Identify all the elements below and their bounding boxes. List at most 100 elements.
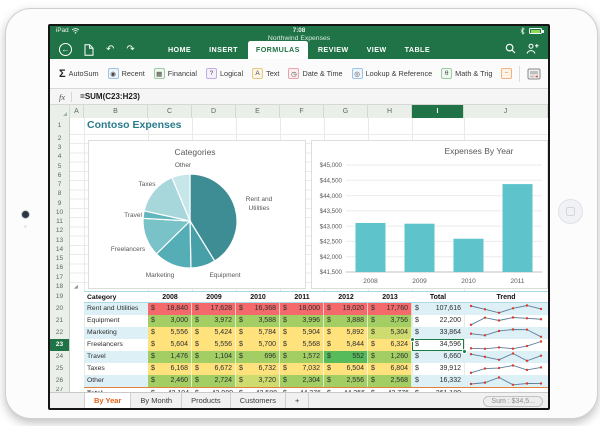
categories-pie-chart[interactable]: Categories Rent and Utilities Equipment Mark… (88, 140, 306, 289)
year-value-cell[interactable]: $2,556 (324, 375, 368, 387)
total-row-value[interactable]: $43,776 (368, 388, 412, 392)
year-value-cell[interactable]: $3,588 (236, 315, 280, 327)
expenses-by-year-bar-chart[interactable]: Expenses By Year $45,000 $44,500 $44,000 $43… (311, 140, 548, 289)
year-value-cell[interactable]: $5,568 (280, 339, 324, 351)
year-value-cell[interactable]: $6,324 (368, 339, 412, 351)
row-header-8[interactable]: 8 (50, 189, 69, 198)
row-header-5[interactable]: 5 (50, 162, 69, 171)
selected-cell-i23[interactable] (409, 336, 467, 354)
year-value-cell[interactable]: $1,260 (368, 351, 412, 363)
year-value-cell[interactable]: $6,168 (148, 363, 192, 375)
row-header-1[interactable]: 1 (50, 118, 69, 134)
bar-2011[interactable] (502, 184, 533, 272)
tab-home[interactable]: HOME (160, 41, 199, 59)
selection-handle-bottom-right[interactable] (461, 348, 467, 354)
sheet-tab-products[interactable]: Products (182, 393, 231, 408)
trend-cell[interactable] (464, 339, 548, 351)
trend-cell[interactable] (464, 375, 548, 387)
row-header-3[interactable]: 3 (50, 143, 69, 152)
year-value-cell[interactable]: $2,568 (368, 375, 412, 387)
year-value-cell[interactable]: $3,756 (368, 315, 412, 327)
year-value-cell[interactable]: $17,760 (368, 303, 412, 315)
row-header-21[interactable]: 21 (50, 315, 69, 327)
row-header-7[interactable]: 7 (50, 180, 69, 189)
selection-handle-top-left[interactable] (409, 336, 415, 342)
year-value-cell[interactable]: $3,996 (280, 315, 324, 327)
year-value-cell[interactable]: $3,000 (148, 315, 192, 327)
year-value-cell[interactable]: $18,000 (280, 303, 324, 315)
more-functions-button[interactable]: − (501, 68, 512, 79)
sheet-tab-customers[interactable]: Customers (231, 393, 286, 408)
tab-table[interactable]: TABLE (397, 41, 438, 59)
row-header-12[interactable]: 12 (50, 226, 69, 235)
sheet-tab-by-month[interactable]: By Month (131, 393, 183, 408)
select-all-corner[interactable] (50, 105, 70, 118)
row-header-20[interactable]: 20 (50, 303, 69, 315)
year-value-cell[interactable]: $6,672 (192, 363, 236, 375)
row-header-24[interactable]: 24 (50, 351, 69, 363)
year-value-cell[interactable]: $5,556 (148, 327, 192, 339)
row-header-25[interactable]: 25 (50, 363, 69, 375)
total-row-value[interactable]: $42,588 (236, 388, 280, 392)
category-cell[interactable]: Freelancers (84, 339, 148, 351)
year-value-cell[interactable]: $5,556 (192, 339, 236, 351)
function-math-trig-button[interactable]: θ Math & Trig (441, 68, 492, 79)
expenses-table[interactable]: Category 2008 2009 2010 2011 2012 2013 Total Tre… (84, 291, 548, 392)
total-row-value[interactable]: $43,104 (148, 388, 192, 392)
column-header-c[interactable]: C (148, 105, 192, 118)
sheet-tab-by-year[interactable]: By Year (84, 393, 132, 408)
tab-formulas[interactable]: FORMULAS (247, 41, 308, 59)
column-header-h[interactable]: H (368, 105, 412, 118)
year-value-cell[interactable]: $18,840 (148, 303, 192, 315)
column-header-e[interactable]: E (236, 105, 280, 118)
total-cell[interactable]: $22,200 (412, 315, 464, 327)
add-sheet-button[interactable]: + (286, 393, 310, 408)
function-recent-button[interactable]: ◉ Recent (107, 68, 145, 79)
trend-cell[interactable] (464, 315, 548, 327)
function-text-button[interactable]: A Text (252, 68, 279, 79)
total-cell[interactable]: $16,332 (412, 375, 464, 387)
row-header-6[interactable]: 6 (50, 171, 69, 180)
bar-2010[interactable] (453, 238, 484, 272)
row-header-9[interactable]: 9 (50, 199, 69, 208)
row-header-2[interactable]: 2 (50, 134, 69, 143)
year-value-cell[interactable]: $1,104 (192, 351, 236, 363)
home-button[interactable] (558, 199, 583, 224)
row-header-26[interactable]: 26 (50, 375, 69, 387)
year-value-cell[interactable]: $5,844 (324, 339, 368, 351)
row-header-23[interactable]: 23 (50, 338, 69, 351)
column-header-b[interactable]: B (84, 105, 148, 118)
column-header-f[interactable]: F (280, 105, 324, 118)
row-header-22[interactable]: 22 (50, 327, 69, 339)
year-value-cell[interactable]: $6,732 (236, 363, 280, 375)
year-value-cell[interactable]: $1,476 (148, 351, 192, 363)
year-value-cell[interactable]: $696 (236, 351, 280, 363)
year-value-cell[interactable]: $7,032 (280, 363, 324, 375)
year-value-cell[interactable]: $16,368 (236, 303, 280, 315)
year-value-cell[interactable]: $2,460 (148, 375, 192, 387)
category-cell[interactable]: Marketing (84, 327, 148, 339)
year-value-cell[interactable]: $2,724 (192, 375, 236, 387)
tab-review[interactable]: REVIEW (310, 41, 357, 59)
year-value-cell[interactable]: $3,720 (236, 375, 280, 387)
trend-cell[interactable] (464, 327, 548, 339)
year-value-cell[interactable]: $5,424 (192, 327, 236, 339)
total-row-value[interactable]: $44,376 (280, 388, 324, 392)
category-cell[interactable]: Equipment (84, 315, 148, 327)
title-cell-b1[interactable]: Contoso Expenses (87, 119, 182, 131)
year-value-cell[interactable]: $5,304 (368, 327, 412, 339)
trend-cell[interactable] (464, 363, 548, 375)
column-header-j[interactable]: J (464, 105, 548, 118)
sum-status-badge[interactable]: Sum : $34,5... (483, 395, 543, 407)
total-cell[interactable]: $6,660 (412, 351, 464, 363)
total-cell[interactable]: $39,912 (412, 363, 464, 375)
share-person-icon[interactable] (526, 43, 539, 54)
total-row-value[interactable]: $43,080 (192, 388, 236, 392)
year-value-cell[interactable]: $17,628 (192, 303, 236, 315)
row-header-16[interactable]: 16 (50, 263, 69, 272)
year-value-cell[interactable]: $5,784 (236, 327, 280, 339)
function-lookup-reference-button[interactable]: ◎ Lookup & Reference (351, 68, 432, 79)
tab-view[interactable]: VIEW (359, 41, 395, 59)
function-date-time-button[interactable]: ◷ Date & Time (288, 68, 343, 79)
row-header-4[interactable]: 4 (50, 152, 69, 161)
